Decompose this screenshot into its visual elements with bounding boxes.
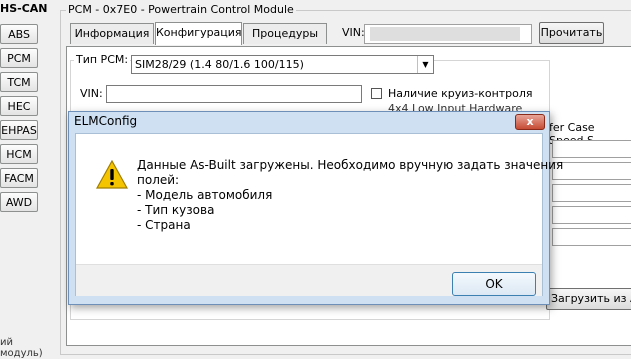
vin-input[interactable] bbox=[106, 85, 362, 103]
group-title: PCM - 0x7E0 - Powertrain Control Module bbox=[66, 3, 296, 16]
side-field-2[interactable] bbox=[552, 162, 631, 180]
warning-icon bbox=[96, 160, 128, 189]
side-field-4[interactable] bbox=[552, 206, 631, 224]
dialog-title: ELMConfig bbox=[74, 114, 138, 128]
module-button-facm[interactable]: FACM bbox=[0, 168, 38, 188]
module-button-pcm[interactable]: PCM bbox=[0, 48, 38, 68]
tab-configuration[interactable]: Конфигурация bbox=[155, 22, 242, 45]
dialog-message-line-4: - Тип кузова bbox=[137, 203, 215, 217]
dialog-message-line-3: - Модель автомобиля bbox=[137, 188, 273, 202]
tab-information[interactable]: Информация bbox=[70, 23, 154, 44]
pcm-type-label: Тип PCM: bbox=[74, 53, 131, 66]
side-field-5[interactable] bbox=[552, 228, 631, 246]
tab-procedures[interactable]: Процедуры bbox=[243, 23, 327, 44]
side-field-1[interactable] bbox=[552, 140, 631, 158]
read-button[interactable]: Прочитать bbox=[539, 22, 604, 44]
module-list-panel: HS-CAN ABS PCM TCM HEC EHPAS HCM FACM AW… bbox=[0, 0, 48, 359]
vin-redacted-value bbox=[370, 27, 520, 41]
vin-label: VIN: bbox=[80, 87, 103, 100]
dialog-message-line-1: Данные As-Built загружены. Необходимо вр… bbox=[137, 158, 564, 172]
ok-button[interactable]: OK bbox=[452, 272, 536, 296]
dialog-message-line-2: полей: bbox=[137, 173, 180, 187]
vin-top-label: VIN: bbox=[342, 26, 365, 39]
load-as-built-button[interactable]: Загрузить из As- bbox=[546, 288, 631, 310]
module-button-tcm[interactable]: TCM bbox=[0, 72, 38, 92]
left-bottom-text: ий модуль) bbox=[0, 337, 43, 359]
module-button-hec[interactable]: HEC bbox=[0, 96, 38, 116]
module-button-abs[interactable]: ABS bbox=[0, 24, 38, 44]
pcm-type-select[interactable]: SIM28/29 (1.4 80/1.6 100/115) ▼ bbox=[131, 55, 434, 74]
module-button-awd[interactable]: AWD bbox=[0, 192, 38, 212]
dialog-message-line-5: - Страна bbox=[137, 218, 191, 232]
cruise-control-checkbox[interactable] bbox=[371, 88, 382, 99]
dropdown-arrow-icon[interactable]: ▼ bbox=[417, 56, 433, 73]
module-button-ehpas[interactable]: EHPAS bbox=[0, 120, 38, 140]
pcm-type-value: SIM28/29 (1.4 80/1.6 100/115) bbox=[135, 58, 304, 71]
bus-label: HS-CAN bbox=[0, 2, 48, 15]
side-field-3[interactable] bbox=[552, 184, 631, 202]
dialog-close-button[interactable]: x bbox=[515, 114, 545, 130]
cruise-control-label: Наличие круиз-контроля bbox=[388, 87, 533, 100]
module-button-hcm[interactable]: HCM bbox=[0, 144, 38, 164]
